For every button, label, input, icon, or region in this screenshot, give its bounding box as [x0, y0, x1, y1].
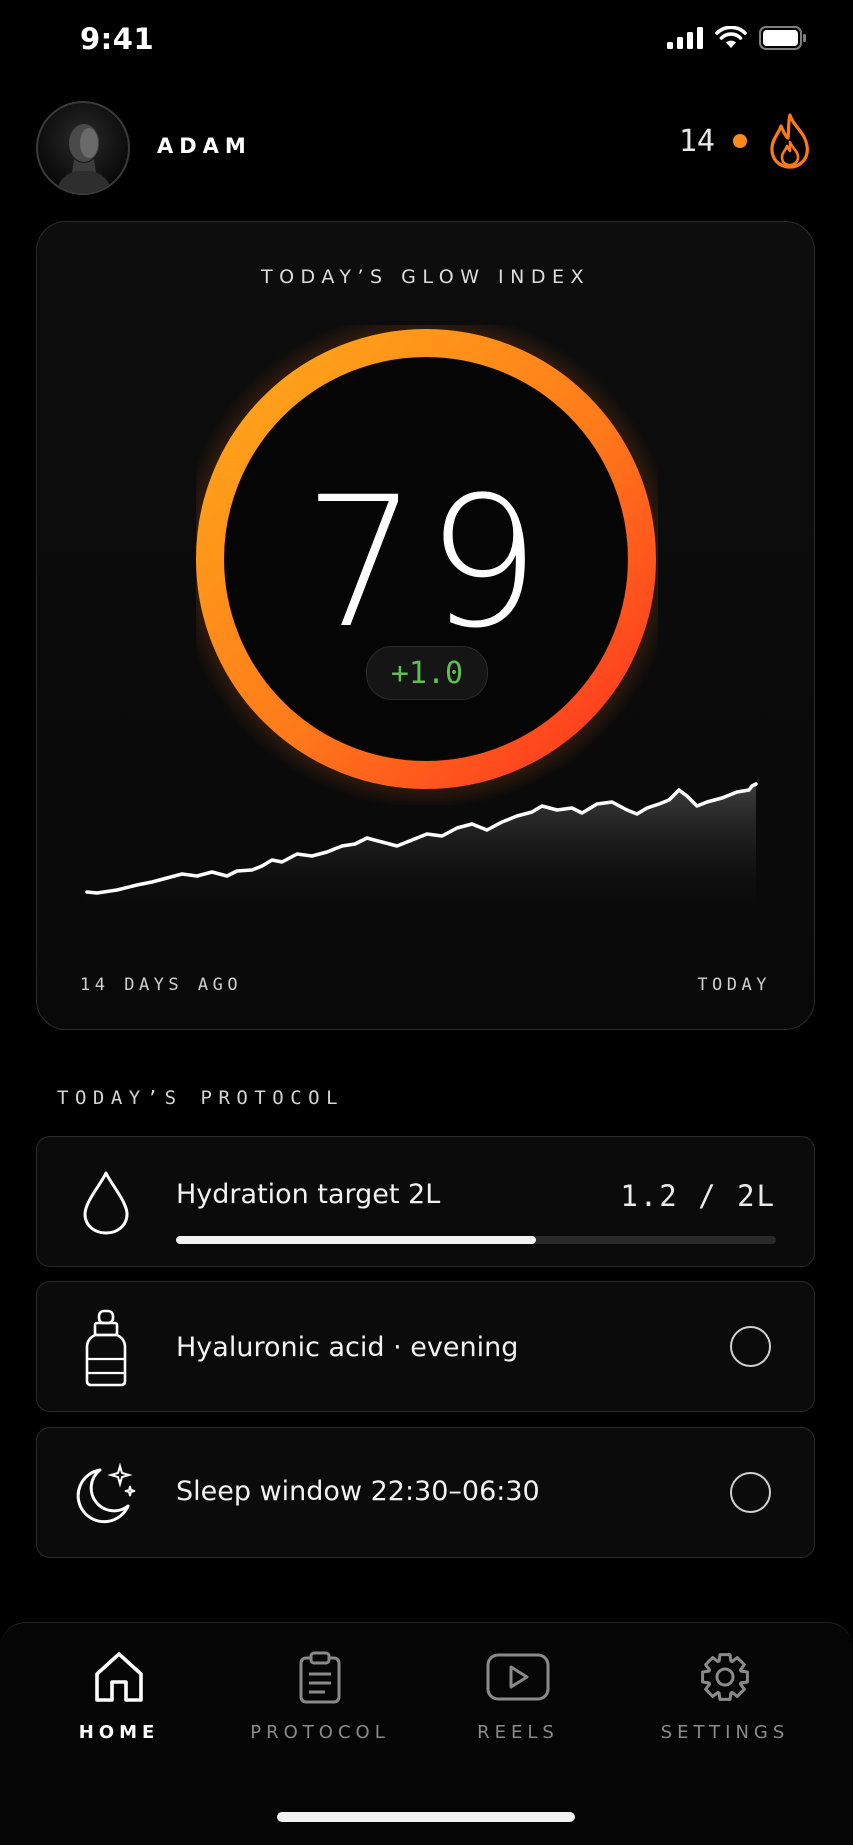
protocol-section-title: TODAY’S PROTOCOL: [57, 1087, 345, 1109]
gear-icon: [701, 1653, 749, 1701]
streak-count: 14: [678, 123, 715, 159]
battery-icon: [759, 26, 806, 50]
trend-start-label: 14 DAYS AGO: [80, 975, 243, 995]
protocol-item-sleep[interactable]: Sleep window 22:30–06:30: [36, 1427, 815, 1558]
user-name: ADAM: [157, 134, 252, 158]
home-indicator: [277, 1812, 575, 1822]
glow-trend-chart: [85, 782, 758, 917]
sleep-checkbox[interactable]: [730, 1472, 771, 1513]
avatar[interactable]: [36, 101, 130, 195]
protocol-item-hyaluronic[interactable]: Hyaluronic acid · evening: [36, 1281, 815, 1412]
wifi-icon: [715, 26, 747, 48]
water-drop-icon: [71, 1167, 141, 1239]
tab-settings[interactable]: SETTINGS: [640, 1650, 810, 1743]
protocol-item-hydration[interactable]: Hydration target 2L 1.2 / 2L: [36, 1136, 815, 1267]
tab-label: SETTINGS: [660, 1722, 790, 1743]
serum-bottle-icon: [71, 1309, 141, 1387]
user-portrait-icon: [56, 124, 112, 193]
tab-label: REELS: [477, 1722, 559, 1743]
glow-score: 79: [303, 459, 548, 668]
cellular-signal-icon: [667, 27, 703, 49]
status-time: 9:41: [80, 22, 155, 56]
gear-outline: [701, 1653, 749, 1701]
home-icon: [95, 1652, 143, 1702]
flame-icon: [770, 113, 809, 169]
hydration-value: 1.2 / 2L: [620, 1179, 776, 1213]
protocol-item-label: Sleep window 22:30–06:30: [176, 1476, 540, 1507]
tab-label: PROTOCOL: [250, 1722, 390, 1743]
tab-label: HOME: [78, 1722, 160, 1743]
glow-gauge: 79: [196, 325, 658, 805]
glow-index-card[interactable]: TODAY’S GLOW INDEX 79 +1.0 14 DAYS AGO T…: [36, 221, 815, 1030]
moon-stars-icon: [71, 1458, 141, 1530]
streak-indicator[interactable]: 14: [679, 112, 813, 170]
streak-dot: [733, 134, 747, 148]
protocol-item-label: Hydration target 2L: [176, 1179, 441, 1210]
tab-reels[interactable]: REELS: [433, 1650, 603, 1743]
protocol-item-label: Hyaluronic acid · evening: [176, 1332, 519, 1363]
trend-end-label: TODAY: [697, 975, 771, 995]
score-delta-badge: +1.0: [366, 646, 488, 700]
clipboard-icon: [299, 1651, 341, 1704]
tab-protocol[interactable]: PROTOCOL: [235, 1650, 405, 1743]
play-icon: [486, 1653, 550, 1701]
hydration-progress-fill: [176, 1236, 536, 1244]
tab-home[interactable]: HOME: [34, 1650, 204, 1743]
hyaluronic-checkbox[interactable]: [730, 1326, 771, 1367]
hydration-progress-track: [176, 1236, 776, 1244]
glow-index-title: TODAY’S GLOW INDEX: [260, 266, 590, 288]
status-icons: [667, 26, 807, 50]
